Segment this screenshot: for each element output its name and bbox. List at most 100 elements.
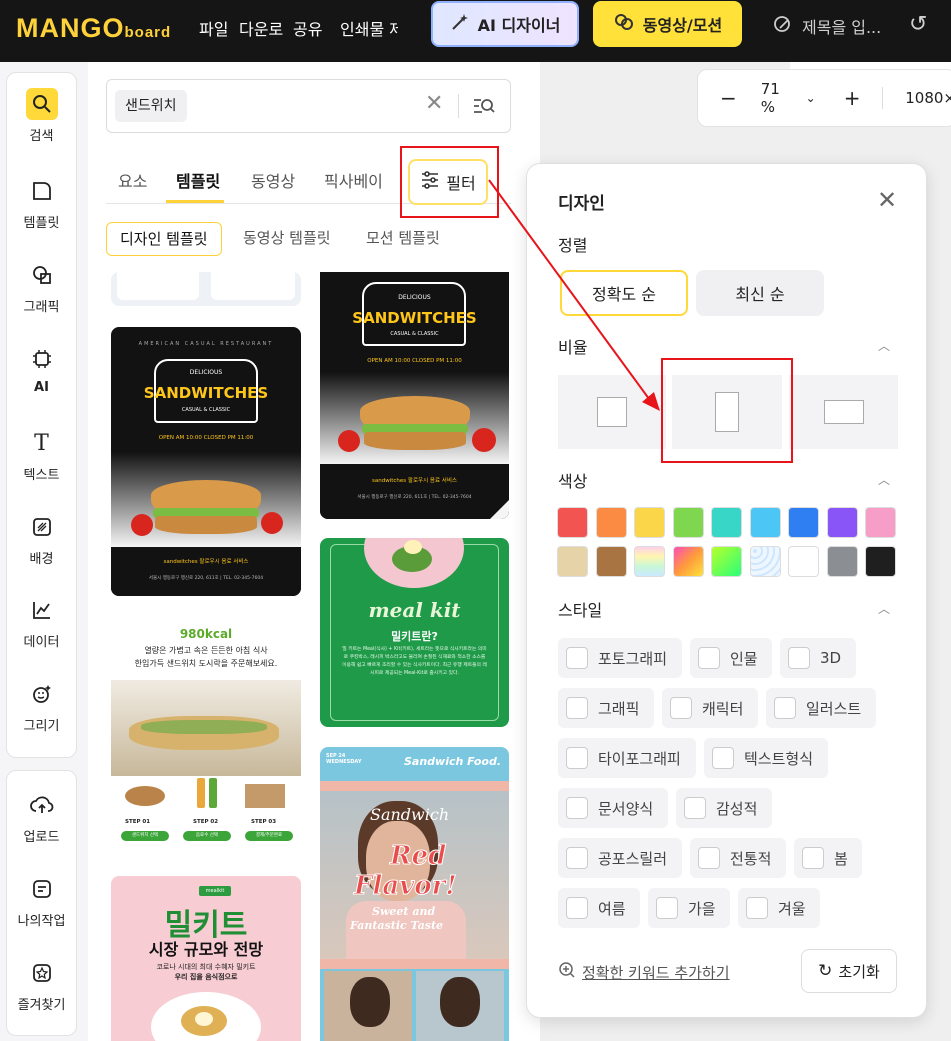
style-character[interactable]: 캐릭터 (662, 688, 758, 728)
ai-designer-button[interactable]: AI 디자이너 (431, 1, 579, 47)
mango-logo[interactable]: MANGOboard (16, 13, 171, 44)
color-swatch[interactable] (595, 507, 627, 538)
checkbox[interactable] (566, 747, 588, 769)
style-summer[interactable]: 여름 (558, 888, 640, 928)
color-swatch[interactable] (557, 507, 588, 538)
subtab-design-template[interactable]: 디자인 템플릿 (106, 222, 222, 256)
checkbox[interactable] (774, 697, 796, 719)
color-swatch[interactable] (826, 546, 858, 577)
template-thumb-sandwitches-1[interactable]: AMERICAN CASUAL RESTAURANT DELICIOUS SAN… (111, 327, 301, 596)
style-horror-thriller[interactable]: 공포스릴러 (558, 838, 682, 878)
tab-pixabay[interactable]: 픽사베이 (324, 168, 383, 192)
checkbox[interactable] (788, 647, 810, 669)
sidebar-item-text[interactable]: T 텍스트 (7, 427, 76, 484)
color-swatch[interactable] (711, 546, 742, 577)
subtab-motion-template[interactable]: 모션 템플릿 (366, 222, 440, 256)
style-typography[interactable]: 타이포그래피 (558, 738, 696, 778)
color-swatch[interactable] (749, 507, 781, 538)
chevron-down-icon[interactable]: ⌄ (806, 91, 816, 105)
color-swatch[interactable] (865, 546, 896, 577)
checkbox[interactable] (802, 847, 824, 869)
color-swatch[interactable] (826, 507, 858, 538)
style-photography[interactable]: 포토그래피 (558, 638, 682, 678)
zoom-value[interactable]: 71 % (761, 80, 790, 116)
checkbox[interactable] (698, 847, 720, 869)
zoom-out-icon[interactable]: − (720, 86, 737, 110)
color-swatch[interactable] (595, 546, 627, 577)
template-thumb-mealkit[interactable]: meal kit 밀키트란? 밀 키트는 Meal(식사) + Kit(키트),… (320, 538, 509, 727)
sidebar-item-data[interactable]: 데이터 (7, 594, 76, 650)
style-traditional[interactable]: 전통적 (690, 838, 786, 878)
color-swatch[interactable] (672, 546, 704, 577)
template-thumb-partial[interactable] (111, 272, 301, 306)
style-3d[interactable]: 3D (780, 638, 856, 678)
checkbox[interactable] (670, 697, 692, 719)
undo-icon[interactable]: ↺ (909, 12, 927, 37)
color-swatch[interactable] (711, 507, 742, 538)
color-swatch[interactable] (634, 546, 665, 577)
checkbox[interactable] (746, 897, 768, 919)
style-emotional[interactable]: 감성적 (676, 788, 772, 828)
sidebar-item-graphic[interactable]: 그래픽 (7, 259, 76, 315)
checkbox[interactable] (566, 847, 588, 869)
checkbox[interactable] (698, 647, 720, 669)
chevron-up-icon[interactable]: ︿ (878, 471, 890, 488)
style-winter[interactable]: 겨울 (738, 888, 820, 928)
search-list-icon[interactable] (472, 95, 496, 121)
color-swatch[interactable] (788, 507, 819, 538)
color-swatch[interactable] (634, 507, 665, 538)
video-motion-button[interactable]: 동영상/모션 (593, 1, 742, 47)
ratio-landscape[interactable] (789, 375, 898, 449)
color-swatch[interactable] (749, 546, 781, 577)
canvas-size[interactable]: 1080× (905, 89, 951, 107)
sidebar-item-favorites[interactable]: 즐겨찾기 (7, 957, 76, 1013)
search-input[interactable]: 샌드위치 ✕ (106, 79, 511, 133)
reset-button[interactable]: ↻ 초기화 (801, 949, 897, 993)
style-graphic[interactable]: 그래픽 (558, 688, 654, 728)
tab-video[interactable]: 동영상 (251, 168, 295, 192)
search-chip[interactable]: 샌드위치 (115, 90, 187, 122)
sidebar-item-draw[interactable]: 그리기 (7, 678, 76, 734)
checkbox[interactable] (566, 697, 588, 719)
template-thumb-mealkit-market[interactable]: mealkit 밀키트 시장 규모와 전망 코로나 시대의 최대 수혜자 밀키트… (111, 876, 301, 1041)
checkbox[interactable] (656, 897, 678, 919)
subtab-video-template[interactable]: 동영상 템플릿 (243, 222, 331, 256)
checkbox[interactable] (566, 797, 588, 819)
title-input[interactable]: 제목을 입... (772, 14, 881, 38)
menu-share[interactable]: 공유 (293, 16, 322, 40)
clear-icon[interactable]: ✕ (425, 91, 443, 116)
sidebar-item-upload[interactable]: 업로드 (7, 789, 76, 845)
template-thumb-kcal[interactable]: 980kcal 열량은 가볍고 속은 든든한 아침 식사 한입가득 샌드위치 도… (111, 612, 301, 857)
zoom-in-icon[interactable]: + (844, 86, 861, 110)
tab-templates[interactable]: 템플릿 (176, 168, 220, 192)
color-swatch[interactable] (672, 507, 704, 538)
sidebar-item-ai[interactable]: AI (7, 343, 76, 395)
sort-latest-button[interactable]: 최신 순 (696, 270, 824, 316)
color-swatch[interactable] (788, 546, 819, 577)
menu-print[interactable]: 인쇄물 제 (340, 16, 398, 40)
menu-file[interactable]: 파일 (199, 16, 228, 40)
checkbox[interactable] (712, 747, 734, 769)
menu-download[interactable]: 다운로 (239, 16, 283, 40)
sidebar-item-search[interactable]: 검색 (7, 88, 76, 144)
template-thumb-red-flavor[interactable]: SEP 24 WEDNESDAY Sandwich Food. Sandwich… (320, 747, 509, 1041)
style-text-format[interactable]: 텍스트형식 (704, 738, 828, 778)
color-swatch[interactable] (557, 546, 588, 577)
chevron-up-icon[interactable]: ︿ (878, 337, 890, 354)
sort-accuracy-button[interactable]: 정확도 순 (560, 270, 688, 316)
style-people[interactable]: 인물 (690, 638, 772, 678)
checkbox[interactable] (566, 897, 588, 919)
checkbox[interactable] (684, 797, 706, 819)
style-document[interactable]: 문서양식 (558, 788, 668, 828)
sidebar-item-background[interactable]: 배경 (7, 511, 76, 567)
add-keyword-link[interactable]: 정확한 키워드 추가하기 (558, 961, 730, 983)
close-icon[interactable]: ✕ (877, 186, 897, 214)
chevron-up-icon[interactable]: ︿ (878, 600, 890, 617)
style-illustration[interactable]: 일러스트 (766, 688, 876, 728)
template-thumb-sandwitches-2[interactable]: DELICIOUS SANDWITCHES CASUAL & CLASSIC O… (320, 272, 509, 519)
style-autumn[interactable]: 가을 (648, 888, 730, 928)
sidebar-item-template[interactable]: 템플릿 (7, 175, 76, 231)
color-swatch[interactable] (865, 507, 896, 538)
ratio-square[interactable] (558, 375, 666, 449)
tab-elements[interactable]: 요소 (118, 168, 147, 192)
